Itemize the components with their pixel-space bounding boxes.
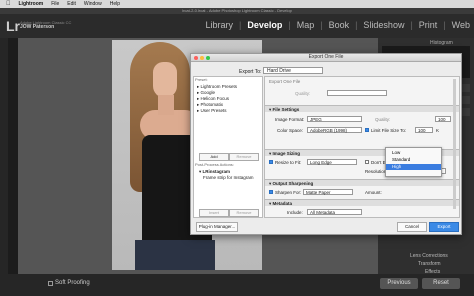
image-format-label: Image Format: xyxy=(275,117,305,122)
export-one-file-label: Export One File xyxy=(269,79,301,84)
sharpen-for-label: Sharpen For: xyxy=(275,190,302,195)
left-panel xyxy=(0,38,8,274)
menu-window[interactable]: Window xyxy=(84,1,102,7)
quality-value[interactable]: 100 xyxy=(435,116,451,122)
preset-label: Google xyxy=(200,90,216,95)
file-settings-header[interactable]: ▾ File Settings xyxy=(265,105,459,112)
include-select[interactable]: All Metadata xyxy=(307,209,362,215)
export-to-select[interactable]: Hard Drive xyxy=(263,67,323,74)
identity-line2: JOW Paterson xyxy=(20,24,55,30)
quality-label: Quality: xyxy=(375,117,391,122)
menu-app[interactable]: Lightroom xyxy=(19,1,44,7)
close-icon[interactable] xyxy=(194,56,198,60)
postprocess-subitem[interactable]: Frame strip for Instagram xyxy=(203,175,254,180)
amount-label: Amount: xyxy=(365,190,382,195)
zoom-icon[interactable] xyxy=(206,56,210,60)
quality-faded-select[interactable] xyxy=(327,90,387,96)
section-title: Image Sizing xyxy=(272,151,301,156)
dropdown-option-low[interactable]: Low xyxy=(386,150,441,156)
sharpen-for-checkbox[interactable] xyxy=(269,190,273,194)
minimize-icon[interactable] xyxy=(200,56,204,60)
module-print[interactable]: Print xyxy=(419,20,438,30)
export-button[interactable]: Export xyxy=(429,222,459,232)
module-map[interactable]: Map xyxy=(297,20,315,30)
remove-action-button[interactable]: Remove xyxy=(229,209,259,217)
image-format-select[interactable]: JPEG xyxy=(307,116,362,122)
soft-proofing-label[interactable]: Soft Proofing xyxy=(55,280,90,286)
include-label: Include: xyxy=(287,210,303,215)
apple-icon[interactable]:  xyxy=(6,1,11,7)
menu-file[interactable]: File xyxy=(51,1,59,7)
section-title: Output Sharpening xyxy=(272,181,314,186)
lr-logo: Lr xyxy=(6,18,20,34)
soft-proofing-checkbox[interactable] xyxy=(48,281,53,286)
quality-faded-label: Quality: xyxy=(295,91,311,96)
preset-header: Preset: xyxy=(195,77,208,82)
module-slideshow[interactable]: Slideshow xyxy=(363,20,404,30)
photo-face xyxy=(153,62,177,98)
reset-button[interactable]: Reset xyxy=(422,278,460,289)
metadata-header[interactable]: ▾ Metadata xyxy=(265,199,459,206)
add-preset-button[interactable]: Add xyxy=(199,153,229,161)
lens-corrections-panel[interactable]: Lens Corrections xyxy=(410,253,448,259)
menu-help[interactable]: Help xyxy=(110,1,120,7)
cancel-button[interactable]: Cancel xyxy=(397,222,427,232)
dialog-title: Export One File xyxy=(191,54,461,62)
amount-dropdown-menu: Low Standard High xyxy=(385,147,442,177)
postprocess-label: LRinstagram xyxy=(202,169,231,174)
plugin-manager-button[interactable]: Plug-in Manager... xyxy=(196,222,238,232)
dropdown-option-standard[interactable]: Standard xyxy=(386,157,441,163)
module-library[interactable]: Library xyxy=(205,20,233,30)
menubar:  Lightroom File Edit Window Help xyxy=(0,0,474,8)
color-space-label: Color Space: xyxy=(277,128,304,133)
color-space-select[interactable]: AdobeRGB (1998) xyxy=(307,127,362,133)
module-develop[interactable]: Develop xyxy=(247,20,282,30)
limit-file-size-checkbox[interactable] xyxy=(365,128,369,132)
remove-preset-button[interactable]: Remove xyxy=(229,153,259,161)
limit-file-size-value[interactable]: 100 xyxy=(415,127,433,133)
module-book[interactable]: Book xyxy=(329,20,350,30)
resize-to-fit-label: Resize to Fit: xyxy=(275,160,302,165)
module-web[interactable]: Web xyxy=(452,20,470,30)
insert-button[interactable]: Insert xyxy=(199,209,229,217)
dropdown-option-high[interactable]: High xyxy=(386,164,441,170)
menu-edit[interactable]: Edit xyxy=(67,1,76,7)
preset-label: Lightroom Presets xyxy=(200,84,238,89)
output-sharpening-header[interactable]: ▾ Output Sharpening xyxy=(265,179,459,186)
export-to-label: Export To: xyxy=(239,69,262,75)
resize-to-fit-checkbox[interactable] xyxy=(269,160,273,164)
previous-button[interactable]: Previous xyxy=(380,278,418,289)
preset-item[interactable]: ▸ User Presets xyxy=(197,108,227,114)
preset-label: Photomatix xyxy=(200,102,224,107)
section-title: File Settings xyxy=(272,107,300,112)
resize-to-fit-select[interactable]: Long Edge xyxy=(307,159,357,165)
transform-panel[interactable]: Transform xyxy=(418,261,441,267)
photo-jeans xyxy=(135,240,215,270)
postprocess-header: Post-Process Actions: xyxy=(195,162,234,167)
module-picker: Library | Develop | Map | Book | Slideshow | … xyxy=(205,20,470,30)
preset-label: User Presets xyxy=(200,108,227,113)
export-dialog: Export One File Export To: Hard Drive Pr… xyxy=(190,53,462,235)
settings-scrollbar[interactable] xyxy=(453,79,456,209)
limit-file-size-unit: K xyxy=(436,128,440,133)
preset-label: Helicon Focus xyxy=(200,96,230,101)
photo-neck xyxy=(158,95,174,115)
limit-file-size-label: Limit File Size To: xyxy=(371,128,407,133)
sharpen-for-select[interactable]: Matte Paper xyxy=(303,189,353,195)
dont-enlarge-checkbox[interactable] xyxy=(365,160,369,164)
section-title: Metadata xyxy=(272,201,293,206)
